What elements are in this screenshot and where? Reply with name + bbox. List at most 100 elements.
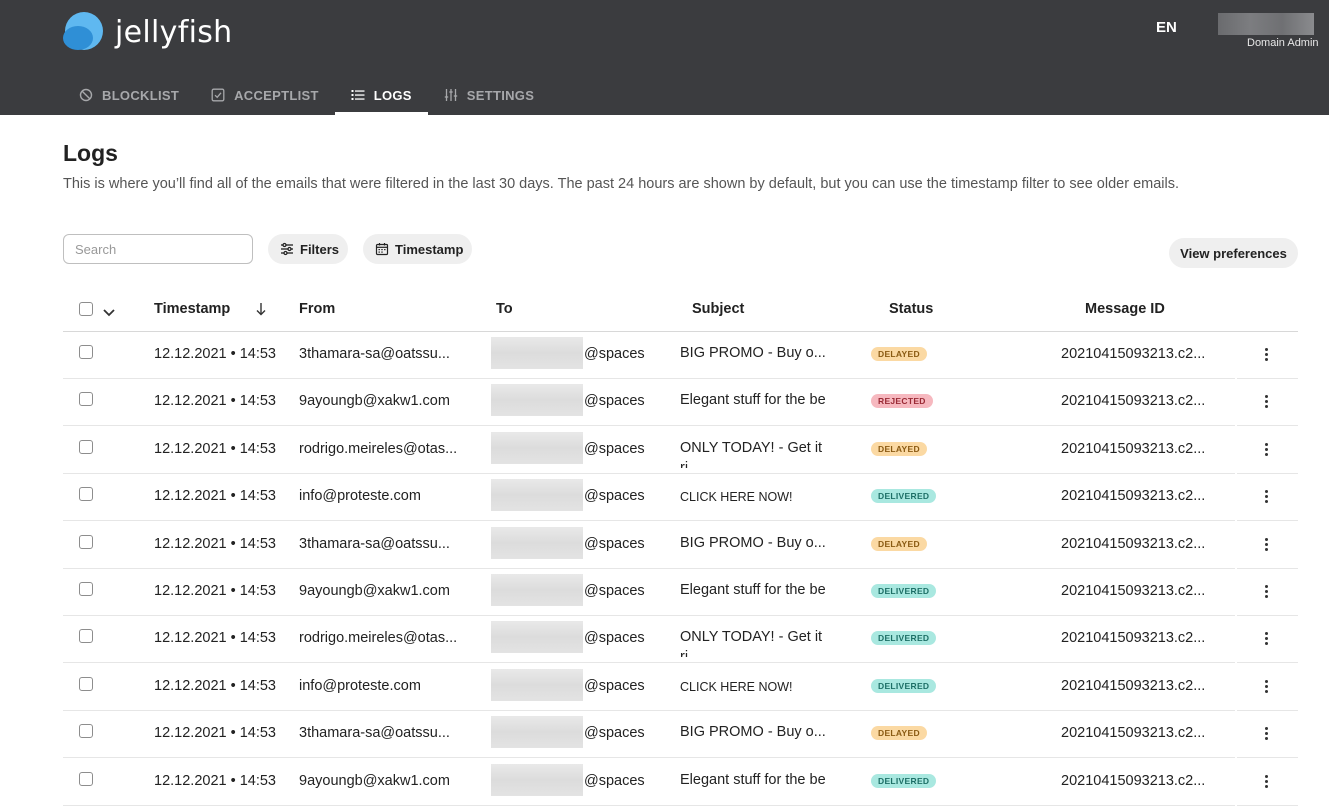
recipient-redacted xyxy=(491,337,583,369)
row-checkbox[interactable] xyxy=(79,676,93,691)
recipient-redacted xyxy=(491,668,583,701)
table-row[interactable]: 12.12.2021 • 14:53 rodrigo.meireles@otas.… xyxy=(63,616,1298,664)
row-message-id: 20210415093213.c2... xyxy=(1061,535,1206,552)
tab-label: LOGS xyxy=(373,87,412,103)
table-row[interactable]: 12.12.2021 • 14:53 9ayoungb@xakw1.com @spa… xyxy=(63,569,1298,616)
row-from: 9ayoungb@xakw1.com xyxy=(299,772,450,789)
tab-label: BLOCKLIST xyxy=(102,87,180,103)
column-header-to[interactable]: To xyxy=(496,301,513,317)
row-subject: ONLY TODAY! - Get it ri xyxy=(680,629,823,658)
user-role: Domain Admin xyxy=(1247,37,1319,49)
more-options-icon[interactable] xyxy=(1263,774,1269,789)
column-header-subject[interactable]: Subject xyxy=(692,301,744,317)
status-badge: DELAYED xyxy=(871,726,927,741)
row-subject: BIG PROMO - Buy o... xyxy=(680,724,826,741)
more-options-icon[interactable] xyxy=(1263,442,1269,457)
row-timestamp: 12.12.2021 • 14:53 xyxy=(154,488,276,505)
user-name-redacted[interactable] xyxy=(1218,13,1314,35)
row-checkbox[interactable] xyxy=(79,629,93,644)
more-options-icon[interactable] xyxy=(1263,395,1269,409)
filters-label: Filters xyxy=(300,241,340,257)
row-checkbox[interactable] xyxy=(79,487,93,502)
row-from: info@proteste.com xyxy=(299,488,421,505)
main-nav: BLOCKLIST ACCEPTLIST LOGS SETTINGS xyxy=(63,75,550,115)
tab-label: SETTINGS xyxy=(466,87,535,103)
more-options-icon[interactable] xyxy=(1263,727,1269,741)
row-subject: Elegant stuff for the be xyxy=(680,771,826,788)
brand-name: jellyfish xyxy=(115,14,233,50)
column-header-from[interactable]: From xyxy=(299,301,335,317)
jellyfish-logo-icon xyxy=(63,12,103,52)
tab-blocklist[interactable]: BLOCKLIST xyxy=(63,75,195,115)
row-checkbox[interactable] xyxy=(79,534,93,549)
more-options-icon[interactable] xyxy=(1263,537,1269,552)
search-input[interactable] xyxy=(63,234,253,264)
row-message-id: 20210415093213.c2... xyxy=(1061,393,1206,410)
table-row[interactable]: 12.12.2021 • 14:53 9ayoungb@xakw1.com @spa… xyxy=(63,759,1298,806)
more-options-icon[interactable] xyxy=(1263,348,1269,362)
row-checkbox[interactable] xyxy=(79,724,93,739)
row-from: info@proteste.com xyxy=(299,677,421,694)
table-row[interactable]: 12.12.2021 • 14:53 rodrigo.meireles@otas.… xyxy=(63,427,1298,474)
status-badge: DELIVERED xyxy=(871,773,937,788)
table-row[interactable]: 12.12.2021 • 14:53 9ayoungb@xakw1.com @spa… xyxy=(63,379,1298,427)
table-header: Timestamp From To Subject Status Message… xyxy=(63,287,1298,332)
more-options-icon[interactable] xyxy=(1263,632,1269,646)
view-preferences-button[interactable]: View preferences xyxy=(1169,238,1298,268)
more-options-icon[interactable] xyxy=(1263,679,1269,694)
table-row[interactable]: 12.12.2021 • 14:53 3thamara-sa@oatssu... @… xyxy=(63,522,1298,569)
row-from: 3thamara-sa@oatssu... xyxy=(299,346,450,362)
row-timestamp: 12.12.2021 • 14:53 xyxy=(154,393,276,410)
recipient-redacted xyxy=(491,763,583,796)
tab-acceptlist[interactable]: ACCEPTLIST xyxy=(195,75,335,115)
status-badge: DELAYED xyxy=(871,536,927,551)
row-to: @spaces xyxy=(584,725,645,742)
list-icon xyxy=(351,88,365,102)
table-row[interactable]: 12.12.2021 • 14:53 info@proteste.com @spac… xyxy=(63,664,1298,711)
table-row[interactable]: 12.12.2021 • 14:53 3thamara-sa@oatssu... @… xyxy=(63,711,1298,759)
language-selector[interactable]: EN xyxy=(1156,19,1177,36)
recipient-redacted xyxy=(491,479,583,512)
table-row[interactable]: 12.12.2021 • 14:53 info@proteste.com @spac… xyxy=(63,474,1298,522)
chevron-down-icon[interactable] xyxy=(103,304,115,322)
recipient-redacted xyxy=(491,621,583,654)
tab-settings[interactable]: SETTINGS xyxy=(428,75,550,115)
tab-label: ACCEPTLIST xyxy=(234,87,319,103)
row-to: @spaces xyxy=(584,583,645,599)
row-message-id: 20210415093213.c2... xyxy=(1061,630,1206,647)
row-timestamp: 12.12.2021 • 14:53 xyxy=(154,583,276,599)
row-timestamp: 12.12.2021 • 14:53 xyxy=(154,440,276,457)
tab-logs[interactable]: LOGS xyxy=(334,75,428,115)
status-badge: DELAYED xyxy=(871,347,927,361)
sort-arrow-down-icon[interactable] xyxy=(255,302,267,321)
table-row[interactable]: 12.12.2021 • 14:53 3thamara-sa@oatssu... @… xyxy=(63,332,1298,379)
column-header-timestamp[interactable]: Timestamp xyxy=(154,301,230,317)
status-badge: DELAYED xyxy=(871,441,927,456)
row-from: 9ayoungb@xakw1.com xyxy=(299,583,450,599)
status-badge: DELIVERED xyxy=(871,489,937,504)
timestamp-button[interactable]: Timestamp xyxy=(363,234,472,264)
more-options-icon[interactable] xyxy=(1263,490,1269,504)
recipient-redacted xyxy=(491,526,583,559)
row-checkbox[interactable] xyxy=(79,771,93,786)
column-header-message-id[interactable]: Message ID xyxy=(1085,301,1165,317)
row-timestamp: 12.12.2021 • 14:53 xyxy=(154,535,276,552)
row-timestamp: 12.12.2021 • 14:53 xyxy=(154,630,276,647)
row-to: @spaces xyxy=(584,677,645,694)
row-to: @spaces xyxy=(584,488,645,505)
brand[interactable]: jellyfish xyxy=(63,12,232,52)
select-all-checkbox[interactable] xyxy=(79,302,93,316)
more-options-icon[interactable] xyxy=(1263,585,1269,599)
recipient-redacted xyxy=(491,716,583,749)
column-header-status[interactable]: Status xyxy=(889,301,933,317)
calendar-icon xyxy=(375,242,389,256)
row-checkbox[interactable] xyxy=(79,439,93,454)
row-checkbox[interactable] xyxy=(79,345,93,359)
row-divider xyxy=(1237,804,1298,806)
row-message-id: 20210415093213.c2... xyxy=(1061,677,1206,694)
filters-button[interactable]: Filters xyxy=(268,234,348,264)
row-checkbox[interactable] xyxy=(79,582,93,596)
row-to: @spaces xyxy=(584,630,645,647)
sliders-icon xyxy=(444,88,458,102)
row-checkbox[interactable] xyxy=(79,392,93,407)
